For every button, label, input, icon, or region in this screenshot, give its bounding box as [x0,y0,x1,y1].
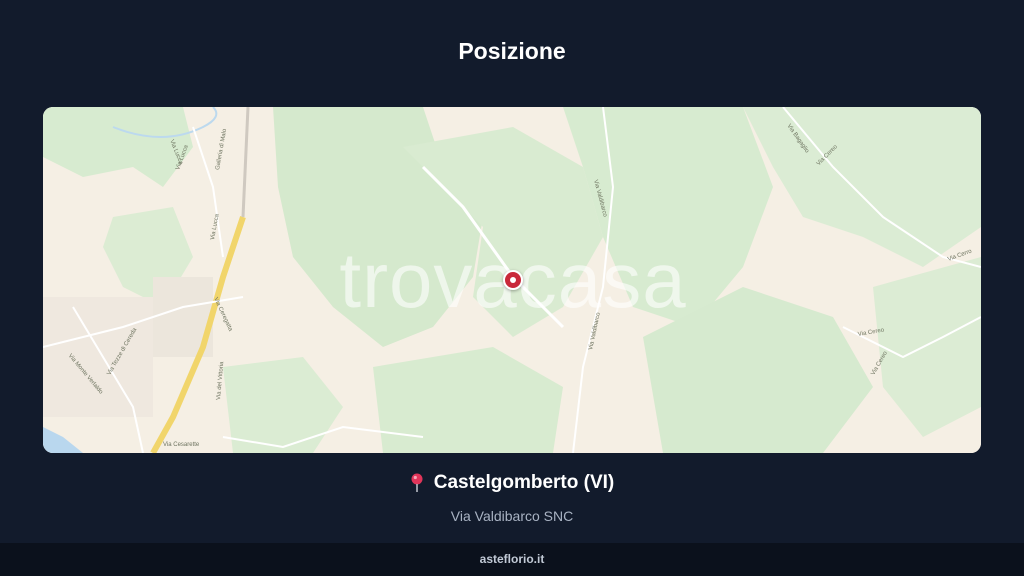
map-marker-icon[interactable] [503,270,523,290]
location-info: Castelgomberto (VI) Via Valdibarco SNC [0,472,1024,524]
map-pin-icon [410,473,424,493]
page-title: Posizione [458,38,566,64]
street-label: Via Cesarette [163,442,200,448]
map[interactable]: Via Lucca Galleria di Malo Via Lucca Via… [43,107,981,453]
footer-brand[interactable]: asteflorio.it [480,552,545,566]
location-name: Castelgomberto (VI) [433,472,615,493]
location-address: Via Valdibarco SNC [450,508,574,524]
footer: asteflorio.it [0,543,1024,576]
